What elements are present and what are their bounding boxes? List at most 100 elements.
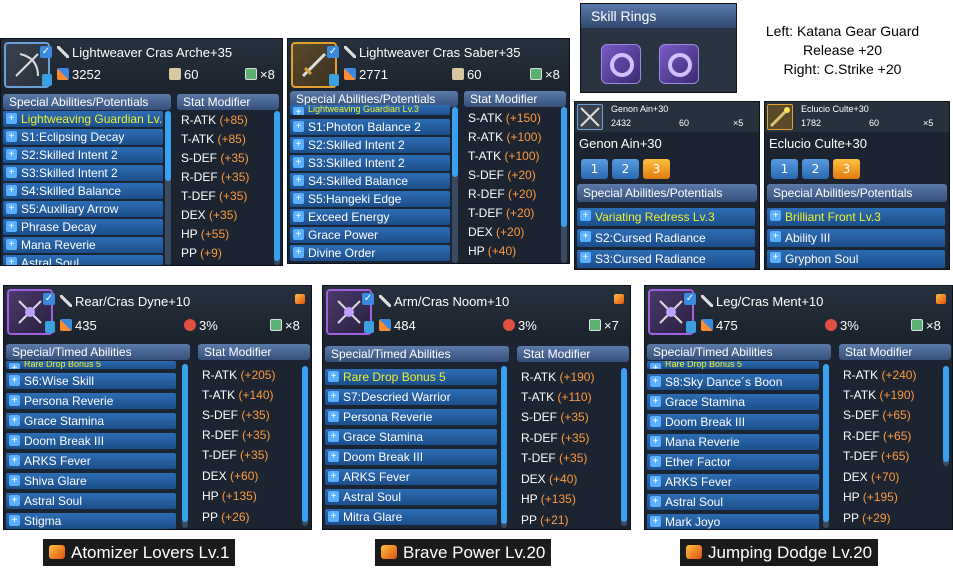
ment-ability-row[interactable]: Doom Break III [647, 414, 819, 430]
dyne-stat-row: PP (+26) [202, 510, 250, 524]
noom-ability-row[interactable]: Persona Reverie [325, 409, 497, 425]
ment-ability-row[interactable]: Grace Stamina [647, 394, 819, 410]
eclucio-ability-row[interactable]: Gryphon Soul [767, 250, 945, 268]
ment-ability-row[interactable]: Rare Drop Bonus 5 [647, 361, 819, 369]
dyne-unit-thumbnail[interactable]: ✓ [7, 289, 55, 335]
c-strike-ring-icon[interactable] [659, 44, 699, 84]
dyne-name: Rear/Cras Dyne+10 [60, 294, 190, 309]
arche-ability-row[interactable]: Lightweaving Guardian Lv.3 [3, 111, 163, 127]
noom-ability-row[interactable]: ARKS Fever [325, 469, 497, 485]
genon-ability-row[interactable]: Variating Redress Lv.3 [577, 208, 755, 226]
saber-ability-row[interactable]: S2:Skilled Intent 2 [290, 137, 450, 153]
arche-units: ×8 [245, 67, 275, 82]
eclucio-ability-row[interactable]: Ability III [767, 229, 945, 247]
lock-icon [45, 321, 55, 333]
saber-ability-row[interactable]: S4:Skilled Balance [290, 173, 450, 189]
arche-ability-row[interactable]: S4:Skilled Balance [3, 183, 163, 199]
saber-ability-row[interactable]: Exceed Energy [290, 209, 450, 225]
unit-leg-icon [659, 300, 683, 324]
saber-ability-row[interactable]: S3:Skilled Intent 2 [290, 155, 450, 171]
resist-icon [184, 319, 196, 331]
dyne-abilities-header: Special/Timed Abilities [6, 344, 190, 360]
saber-ability-row[interactable]: S1:Photon Balance 2 [290, 119, 450, 135]
ment-scrollbar[interactable] [823, 364, 829, 528]
dyne-panel: ✓ Rear/Cras Dyne+10 435 3% ×8 Special/Ti… [3, 285, 312, 530]
dyne-stats-scrollbar[interactable] [302, 366, 308, 526]
arche-ability-row[interactable]: S1:Eclipsing Decay [3, 129, 163, 145]
arche-scrollbar[interactable] [165, 111, 171, 265]
arche-ability-row[interactable]: Phrase Decay [3, 219, 163, 235]
saber-scrollbar[interactable] [452, 107, 458, 263]
noom-ability-row[interactable]: Rare Drop Bonus 5 [325, 369, 497, 385]
tab-2[interactable]: 2 [612, 159, 639, 179]
ment-ability-row[interactable]: Mana Reverie [647, 434, 819, 450]
dyne-ability-row[interactable]: S6:Wise Skill [6, 373, 176, 389]
saber-ability-row[interactable]: Grace Power [290, 227, 450, 243]
arche-stat-row: PP (+9) [181, 246, 222, 260]
dyne-ability-row[interactable]: Astral Soul [6, 493, 176, 509]
dyne-ability-row[interactable]: Shiva Glare [6, 473, 176, 489]
ment-stats-header: Stat Modifier [839, 344, 951, 360]
genon-tabs: 123 [581, 158, 674, 179]
noom-unit-thumbnail[interactable]: ✓ [326, 289, 374, 335]
ment-unit-thumbnail[interactable]: ✓ [648, 289, 696, 335]
arche-ability-row[interactable]: Astral Soul [3, 255, 163, 265]
arche-ability-row[interactable]: S2:Skilled Intent 2 [3, 147, 163, 163]
arche-weapon-thumbnail[interactable]: ✓ [4, 42, 52, 88]
arche-stats-scrollbar[interactable] [274, 111, 280, 265]
dyne-ability-row[interactable]: Grace Stamina [6, 413, 176, 429]
noom-ability-row[interactable]: Doom Break III [325, 449, 497, 465]
dyne-ability-row[interactable]: Persona Reverie [6, 393, 176, 409]
defense-icon [60, 319, 72, 331]
genon-ability-row[interactable]: S2:Cursed Radiance [577, 229, 755, 247]
ment-ability-row[interactable]: Mark Joyo [647, 514, 819, 529]
genon-thumbnail[interactable] [577, 104, 603, 130]
saber-ability-row[interactable]: Divine Order [290, 245, 450, 261]
dyne-scrollbar[interactable] [182, 364, 188, 528]
slots-icon [452, 68, 464, 80]
saber-ability-row[interactable]: Lightweaving Guardian Lv.3 [290, 105, 450, 115]
noom-units: ×7 [589, 318, 619, 333]
dyne-ability-row[interactable]: Rare Drop Bonus 5 [6, 361, 176, 369]
arche-ability-row[interactable]: Mana Reverie [3, 237, 163, 253]
tab-2[interactable]: 2 [802, 159, 829, 179]
noom-ability-row[interactable]: Astral Soul [325, 489, 497, 505]
noom-scrollbar[interactable] [501, 366, 507, 528]
ment-resist: 3% [825, 318, 859, 333]
saber-stats-header: Stat Modifier [464, 91, 566, 107]
arche-ability-row[interactable]: S3:Skilled Intent 2 [3, 165, 163, 181]
dyne-ability-row[interactable]: ARKS Fever [6, 453, 176, 469]
genon-mini-header: Genon Ain+30 2432 60 ×5 [575, 102, 759, 132]
dyne-ability-row[interactable]: Stigma [6, 513, 176, 529]
unit-type-icon [60, 295, 72, 307]
saber-ability-row[interactable]: S5:Hangeki Edge [290, 191, 450, 207]
tab-1[interactable]: 1 [581, 159, 608, 179]
tab-3[interactable]: 3 [643, 159, 670, 179]
noom-ability-row[interactable]: Mitra Glare [325, 509, 497, 525]
ment-stats-scrollbar[interactable] [943, 366, 949, 466]
eclucio-thumbnail[interactable] [767, 104, 793, 130]
dyne-ability-row[interactable]: Doom Break III [6, 433, 176, 449]
tab-3[interactable]: 3 [833, 159, 860, 179]
katana-gear-ring-icon[interactable] [601, 44, 641, 84]
ment-ability-row[interactable]: Astral Soul [647, 494, 819, 510]
ment-ability-row[interactable]: S8:Sky Dance´s Boon [647, 374, 819, 390]
ment-ability-row[interactable]: ARKS Fever [647, 474, 819, 490]
unit-icon [530, 68, 542, 80]
eclucio-ability-row[interactable]: Brilliant Front Lv.3 [767, 208, 945, 226]
saber-stats-scrollbar[interactable] [561, 107, 567, 263]
arche-stat-row: DEX (+35) [181, 208, 238, 222]
tab-1[interactable]: 1 [771, 159, 798, 179]
timed-ability-icon [49, 545, 65, 559]
unit-type-icon [379, 295, 391, 307]
resist-icon [825, 319, 837, 331]
ment-ability-row[interactable]: Ether Factor [647, 454, 819, 470]
skill-rings-panel: Skill Rings [580, 3, 737, 93]
genon-ability-row[interactable]: S3:Cursed Radiance [577, 250, 755, 268]
noom-ability-row[interactable]: S7:Descried Warrior [325, 389, 497, 405]
noom-stats-scrollbar[interactable] [621, 368, 627, 526]
noom-stat-row: R-DEF (+35) [521, 431, 590, 445]
arche-ability-row[interactable]: S5:Auxiliary Arrow [3, 201, 163, 217]
noom-ability-row[interactable]: Grace Stamina [325, 429, 497, 445]
saber-weapon-thumbnail[interactable]: ✓ [291, 42, 339, 88]
